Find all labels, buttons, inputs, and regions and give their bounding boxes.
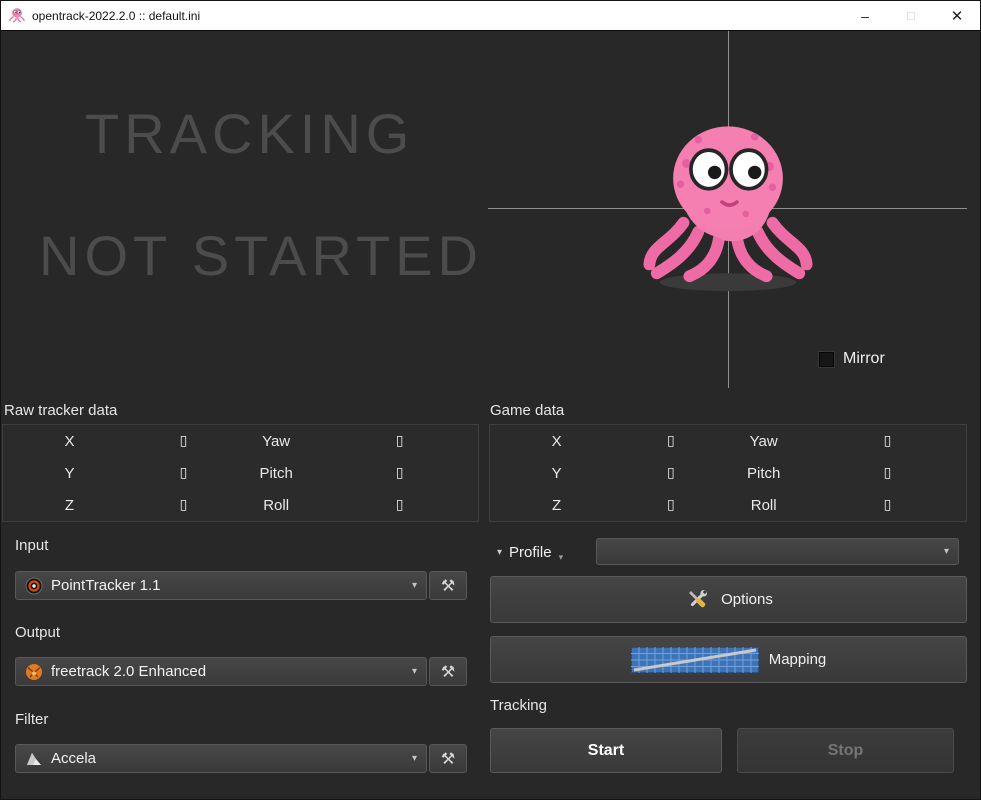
chevron-down-icon: ▾: [412, 666, 417, 677]
close-button[interactable]: ✕: [934, 1, 980, 30]
output-protocol-select[interactable]: freetrack 2.0 Enhanced ▾: [15, 657, 427, 686]
window-controls: – □ ✕: [842, 1, 980, 30]
axis-label: Z: [490, 497, 623, 514]
output-settings-button[interactable]: ⚒: [429, 657, 467, 686]
table-row: Y ▯ Pitch ▯: [490, 457, 966, 489]
filter-selected-value: Accela: [51, 750, 404, 767]
window-titlebar[interactable]: opentrack-2022.2.0 :: default.ini – □ ✕: [1, 1, 980, 31]
mapping-curve-icon: [631, 647, 759, 673]
axis-label: Roll: [231, 497, 321, 514]
hammer-icon: ⚒: [441, 749, 455, 768]
table-row: Z ▯ Roll ▯: [490, 489, 966, 521]
caret-down-icon: ▾: [559, 552, 564, 565]
raw-data-table: X ▯ Yaw ▯ Y ▯ Pitch ▯ Z ▯ Roll ▯: [2, 424, 479, 522]
profile-select[interactable]: ▾: [596, 538, 959, 565]
axis-value: ▯: [623, 465, 718, 481]
axis-label: Y: [490, 465, 623, 482]
axis-value: ▯: [321, 465, 478, 481]
octopus-logo-image: [639, 117, 817, 304]
pointtracker-icon: [25, 577, 43, 595]
axis-label: X: [490, 433, 623, 450]
hammer-icon: ⚒: [441, 662, 455, 681]
axis-label: Yaw: [718, 433, 808, 450]
input-selected-value: PointTracker 1.1: [51, 577, 404, 594]
game-data-table: X ▯ Yaw ▯ Y ▯ Pitch ▯ Z ▯ Roll ▯: [489, 424, 967, 522]
tracking-watermark-line2: NOT STARTED: [39, 223, 483, 288]
accela-icon: [25, 750, 43, 768]
filter-section-label: Filter: [15, 711, 48, 728]
start-label: Start: [588, 742, 624, 760]
start-button[interactable]: Start: [490, 728, 722, 773]
freetrack-icon: [25, 663, 43, 681]
chevron-down-icon: ▾: [497, 547, 502, 558]
octopus-app-icon: [9, 7, 25, 24]
output-section-label: Output: [15, 624, 60, 641]
mirror-checkbox[interactable]: [819, 352, 834, 367]
tools-icon: [684, 586, 711, 613]
chevron-down-icon: ▾: [412, 580, 417, 591]
output-selected-value: freetrack 2.0 Enhanced: [51, 663, 404, 680]
axis-value: ▯: [321, 433, 478, 449]
tracking-section-label: Tracking: [490, 697, 547, 714]
filter-select[interactable]: Accela ▾: [15, 744, 427, 773]
profile-menu-button[interactable]: ▾ Profile ▾: [497, 539, 563, 565]
axis-label: X: [3, 433, 136, 450]
mirror-control: Mirror: [819, 350, 885, 368]
mapping-button[interactable]: Mapping: [490, 636, 967, 683]
axis-value: ▯: [136, 497, 231, 513]
stop-button[interactable]: Stop: [737, 728, 954, 773]
axis-value: ▯: [623, 433, 718, 449]
table-row: Z ▯ Roll ▯: [3, 489, 478, 521]
maximize-button[interactable]: □: [888, 1, 934, 30]
mapping-label: Mapping: [769, 651, 827, 668]
table-row: X ▯ Yaw ▯: [490, 425, 966, 457]
axis-value: ▯: [136, 465, 231, 481]
axis-label: Yaw: [231, 433, 321, 450]
table-row: X ▯ Yaw ▯: [3, 425, 478, 457]
axis-label: Roll: [718, 497, 808, 514]
app-window: opentrack-2022.2.0 :: default.ini – □ ✕ …: [0, 0, 981, 800]
minimize-button[interactable]: –: [842, 1, 888, 30]
input-tracker-select[interactable]: PointTracker 1.1 ▾: [15, 571, 427, 600]
main-content: TRACKING NOT STARTED: [1, 31, 980, 799]
options-button[interactable]: Options: [490, 576, 967, 623]
window-title: opentrack-2022.2.0 :: default.ini: [32, 9, 835, 23]
axis-label: Pitch: [718, 465, 808, 482]
stop-label: Stop: [828, 742, 864, 760]
axis-value: ▯: [809, 497, 966, 513]
chevron-down-icon: ▾: [944, 546, 949, 557]
input-settings-button[interactable]: ⚒: [429, 571, 467, 600]
axis-value: ▯: [321, 497, 478, 513]
hammer-icon: ⚒: [441, 576, 455, 595]
mirror-label: Mirror: [843, 350, 885, 368]
options-label: Options: [721, 591, 773, 608]
input-section-label: Input: [15, 537, 48, 554]
table-row: Y ▯ Pitch ▯: [3, 457, 478, 489]
profile-label: Profile: [509, 544, 552, 561]
axis-label: Pitch: [231, 465, 321, 482]
tracking-watermark-line1: TRACKING: [85, 101, 414, 166]
game-data-title: Game data: [490, 402, 564, 419]
axis-label: Z: [3, 497, 136, 514]
axis-value: ▯: [136, 433, 231, 449]
raw-data-title: Raw tracker data: [4, 402, 117, 419]
axis-label: Y: [3, 465, 136, 482]
filter-settings-button[interactable]: ⚒: [429, 744, 467, 773]
axis-value: ▯: [809, 465, 966, 481]
axis-value: ▯: [623, 497, 718, 513]
chevron-down-icon: ▾: [412, 753, 417, 764]
axis-value: ▯: [809, 433, 966, 449]
